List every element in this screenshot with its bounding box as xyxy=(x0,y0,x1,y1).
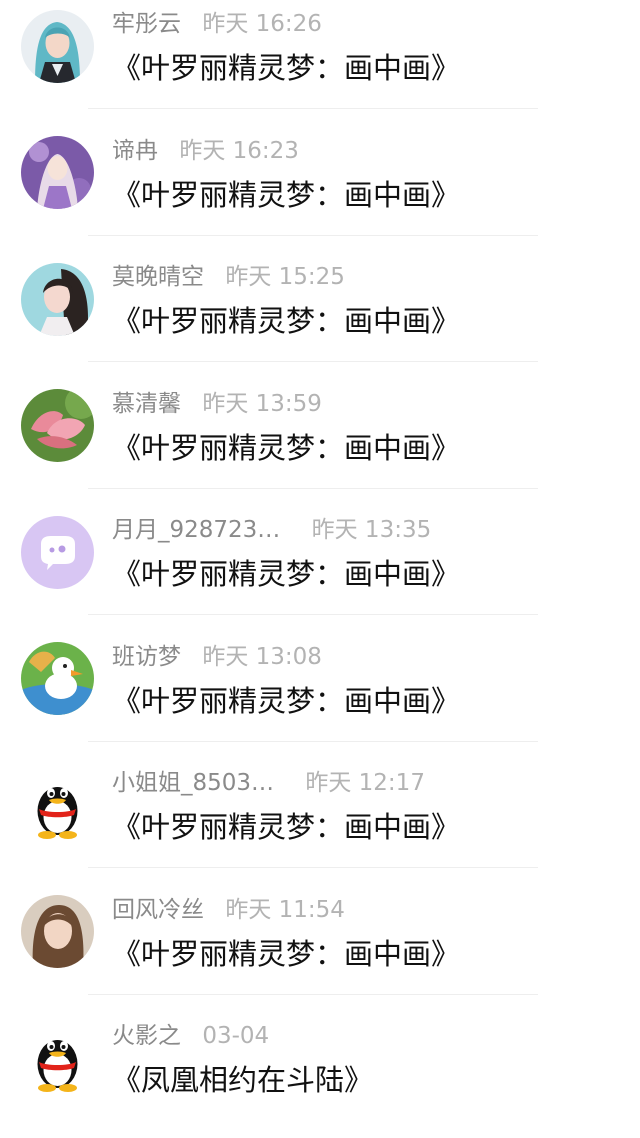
message-text: 《凤凰相约在斗陆》 xyxy=(112,1063,374,1097)
divider xyxy=(88,235,538,236)
message-meta: 慕清馨 昨天 13:59 xyxy=(112,387,322,421)
message-time: 昨天 16:23 xyxy=(179,138,299,164)
message-meta: 牢彤云 昨天 16:26 xyxy=(112,7,322,41)
message-meta: 莫晚晴空 昨天 15:25 xyxy=(112,260,345,294)
divider xyxy=(88,867,538,868)
message-time: 昨天 11:54 xyxy=(225,897,345,923)
message-meta: 火影之 03-04 xyxy=(112,1019,269,1053)
sender-name: 牢彤云 xyxy=(112,11,181,37)
woman-photo-avatar[interactable] xyxy=(21,895,94,968)
purple-chat-bubble-avatar[interactable] xyxy=(21,516,94,589)
sender-name: 小姐姐_8503… xyxy=(112,770,275,796)
message-text: 《叶罗丽精灵梦：画中画》 xyxy=(112,178,461,212)
anime-girl-teal-hair-avatar[interactable] xyxy=(21,10,94,83)
message-text: 《叶罗丽精灵梦：画中画》 xyxy=(112,557,461,591)
message-time: 昨天 16:26 xyxy=(202,11,322,37)
message-time: 03-04 xyxy=(202,1023,270,1049)
cartoon-duck-avatar[interactable] xyxy=(21,642,94,715)
divider xyxy=(88,994,538,995)
list-item[interactable]: 牢彤云 昨天 16:26 《叶罗丽精灵梦：画中画》 xyxy=(0,0,640,126)
message-text: 《叶罗丽精灵梦：画中画》 xyxy=(112,937,461,971)
qq-penguin-avatar[interactable] xyxy=(21,1022,94,1095)
sender-name: 回风冷丝 xyxy=(112,897,204,923)
sender-name: 月月_928723… xyxy=(112,517,281,543)
message-text: 《叶罗丽精灵梦：画中画》 xyxy=(112,810,461,844)
divider xyxy=(88,488,538,489)
message-time: 昨天 13:59 xyxy=(202,391,322,417)
divider xyxy=(88,614,538,615)
girl-portrait-avatar[interactable] xyxy=(21,263,94,336)
divider xyxy=(88,741,538,742)
message-time: 昨天 13:35 xyxy=(311,517,432,543)
message-time: 昨天 13:08 xyxy=(202,644,322,670)
list-item[interactable]: 慕清馨 昨天 13:59 《叶罗丽精灵梦：画中画》 xyxy=(0,380,640,506)
sender-name: 慕清馨 xyxy=(112,391,181,417)
divider xyxy=(88,108,538,109)
message-text: 《叶罗丽精灵梦：画中画》 xyxy=(112,684,461,718)
lotus-flower-avatar[interactable] xyxy=(21,389,94,462)
divider xyxy=(88,361,538,362)
message-meta: 回风冷丝 昨天 11:54 xyxy=(112,893,345,927)
message-text: 《叶罗丽精灵梦：画中画》 xyxy=(112,51,461,85)
message-meta: 谛冉 昨天 16:23 xyxy=(112,134,299,168)
message-time: 昨天 12:17 xyxy=(305,770,425,796)
list-item[interactable]: 月月_928723… 昨天 13:35 《叶罗丽精灵梦：画中画》 xyxy=(0,506,640,632)
sender-name: 谛冉 xyxy=(112,138,158,164)
list-item[interactable]: 回风冷丝 昨天 11:54 《叶罗丽精灵梦：画中画》 xyxy=(0,886,640,1012)
sender-name: 火影之 xyxy=(112,1023,181,1049)
message-meta: 月月_928723… 昨天 13:35 xyxy=(112,513,431,547)
list-item[interactable]: 莫晚晴空 昨天 15:25 《叶罗丽精灵梦：画中画》 xyxy=(0,253,640,379)
list-item[interactable]: 谛冉 昨天 16:23 《叶罗丽精灵梦：画中画》 xyxy=(0,127,640,253)
message-time: 昨天 15:25 xyxy=(225,264,345,290)
sender-name: 莫晚晴空 xyxy=(112,264,204,290)
fantasy-purple-princess-avatar[interactable] xyxy=(21,136,94,209)
message-meta: 小姐姐_8503… 昨天 12:17 xyxy=(112,766,425,800)
message-text: 《叶罗丽精灵梦：画中画》 xyxy=(112,431,461,465)
list-item[interactable]: 火影之 03-04 《凤凰相约在斗陆》 xyxy=(0,1012,640,1138)
sender-name: 班访梦 xyxy=(112,644,181,670)
message-text: 《叶罗丽精灵梦：画中画》 xyxy=(112,304,461,338)
message-meta: 班访梦 昨天 13:08 xyxy=(112,640,322,674)
qq-penguin-avatar[interactable] xyxy=(21,769,94,842)
list-item[interactable]: 班访梦 昨天 13:08 《叶罗丽精灵梦：画中画》 xyxy=(0,633,640,759)
list-item[interactable]: 小姐姐_8503… 昨天 12:17 《叶罗丽精灵梦：画中画》 xyxy=(0,759,640,885)
